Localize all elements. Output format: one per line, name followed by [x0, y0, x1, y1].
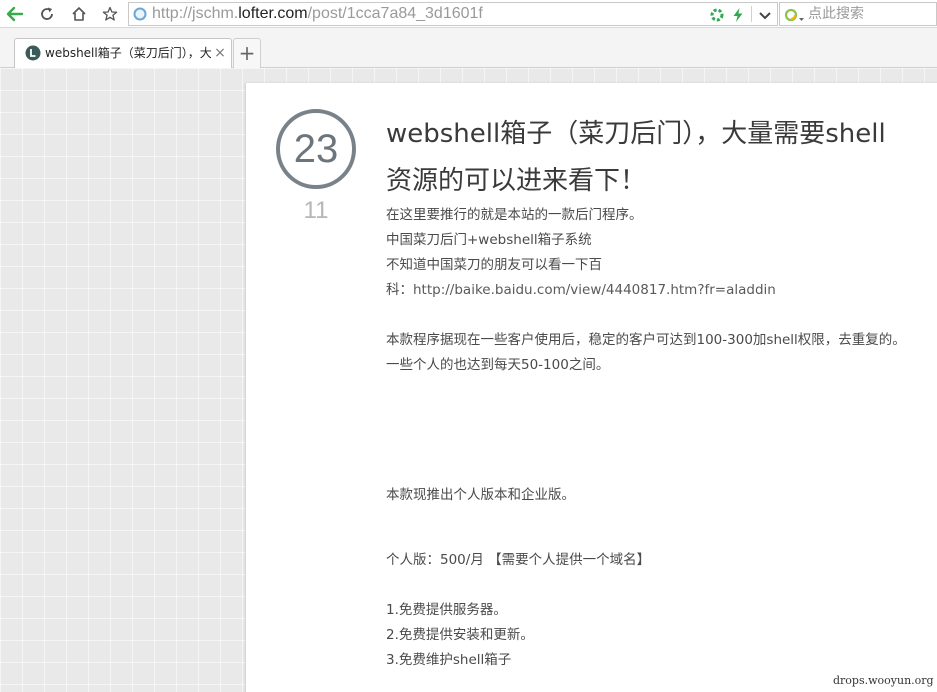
- address-bar[interactable]: http://jschm.lofter.com/post/1cca7a84_3d…: [128, 2, 778, 26]
- date-day: 23: [293, 126, 339, 171]
- address-divider: [751, 6, 752, 22]
- new-tab-button[interactable]: +: [233, 38, 261, 68]
- back-arrow-icon: [6, 6, 24, 22]
- personal-version-line: 个人版：500/月 【需要个人提供一个域名】: [386, 552, 651, 568]
- lightning-icon[interactable]: [730, 7, 746, 23]
- url-prefix: http://jschm.: [152, 5, 239, 22]
- close-icon[interactable]: ×: [213, 46, 227, 60]
- url-domain: lofter.com: [238, 5, 308, 22]
- body-line: 科：http://baike.baidu.com/view/4440817.ht…: [386, 278, 906, 303]
- post-card: 23 11 webshell箱子（菜刀后门），大量需要shell资源的可以进来看…: [246, 83, 937, 692]
- search-box[interactable]: [779, 2, 937, 26]
- url-text[interactable]: http://jschm.lofter.com/post/1cca7a84_3d…: [152, 5, 483, 23]
- browser-window: http://jschm.lofter.com/post/1cca7a84_3d…: [0, 0, 937, 692]
- refresh-button[interactable]: [36, 3, 58, 25]
- date-day-badge: 23: [276, 109, 356, 189]
- watermark: drops.wooyun.org: [831, 673, 936, 688]
- list-item: 1.免费提供服务器。: [386, 602, 507, 618]
- tab-active[interactable]: webshell箱子（菜刀后门），大量需要shell资源的可以进来看下！ ×: [14, 38, 232, 68]
- list-item: 3.免费维护shell箱子: [386, 652, 512, 668]
- list-item: 2.免费提供安装和更新。: [386, 627, 534, 643]
- url-path: /post/1cca7a84_3d1601f: [307, 5, 483, 22]
- page-viewport[interactable]: 23 11 webshell箱子（菜刀后门），大量需要shell资源的可以进来看…: [0, 68, 937, 692]
- body-line: 中国菜刀后门+webshell箱子系统: [386, 232, 592, 248]
- browser-toolbar: http://jschm.lofter.com/post/1cca7a84_3d…: [0, 0, 937, 28]
- back-button[interactable]: [4, 3, 26, 25]
- date-month: 11: [303, 197, 329, 224]
- lofter-favicon-icon: [25, 45, 41, 61]
- search-engine-icon[interactable]: [784, 7, 806, 23]
- tab-strip: webshell箱子（菜刀后门），大量需要shell资源的可以进来看下！ × +: [0, 28, 937, 68]
- globe-icon: [133, 7, 147, 21]
- post-title: webshell箱子（菜刀后门），大量需要shell资源的可以进来看下！: [386, 119, 886, 196]
- home-icon: [72, 7, 86, 21]
- home-button[interactable]: [68, 3, 90, 25]
- tab-title: webshell箱子（菜刀后门），大量需要shell资源的可以进来看下！: [45, 46, 211, 60]
- body-line: 不知道中国菜刀的朋友可以看一下百: [386, 257, 602, 273]
- body-paragraph: 本款现推出个人版本和企业版。: [386, 487, 575, 503]
- star-icon: [102, 6, 118, 21]
- refresh-icon: [41, 7, 53, 20]
- chevron-down-icon[interactable]: [757, 7, 773, 23]
- body-line: 在这里要推行的就是本站的一款后门程序。: [386, 207, 643, 223]
- body-line-prefix: 科：: [386, 282, 413, 298]
- search-input[interactable]: [808, 4, 933, 24]
- body-paragraph: 本款程序据现在一些客户使用后，稳定的客户可达到100-300加shell权限，去…: [386, 332, 906, 373]
- loading-spinner-icon[interactable]: [709, 7, 725, 23]
- post-body: 在这里要推行的就是本站的一款后门程序。 中国菜刀后门+webshell箱子系统 …: [386, 203, 906, 673]
- baike-link[interactable]: http://baike.baidu.com/view/4440817.htm?…: [413, 282, 776, 298]
- bookmark-button[interactable]: [99, 3, 121, 25]
